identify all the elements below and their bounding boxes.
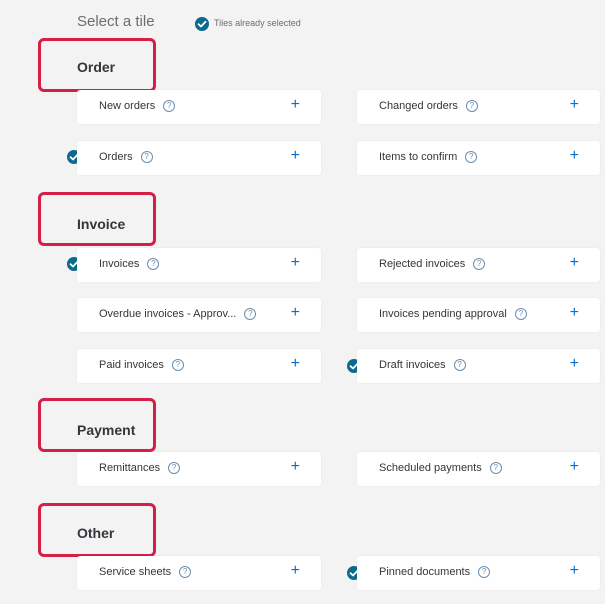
tile-remittances[interactable]: Remittances? +	[77, 452, 321, 486]
tile-paid-invoices[interactable]: Paid invoices? +	[77, 349, 321, 383]
tile-changed-orders[interactable]: Changed orders? +	[357, 90, 600, 124]
add-tile-plus-icon[interactable]: +	[291, 563, 300, 579]
add-tile-plus-icon[interactable]: +	[291, 255, 300, 271]
add-tile-plus-icon[interactable]: +	[291, 148, 300, 164]
add-tile-plus-icon[interactable]: +	[570, 459, 579, 475]
add-tile-plus-icon[interactable]: +	[291, 356, 300, 372]
tile-label: Orders	[99, 151, 133, 163]
dialog-header: Select a tile Tiles already selected	[0, 0, 605, 40]
tile-rejected-invoices[interactable]: Rejected invoices? +	[357, 248, 600, 282]
tile-new-orders[interactable]: New orders? +	[77, 90, 321, 124]
add-tile-plus-icon[interactable]: +	[291, 305, 300, 321]
tile-label: Remittances	[99, 462, 161, 474]
selected-legend-label: Tiles already selected	[214, 18, 301, 28]
group-title-invoice: Invoice	[77, 216, 126, 232]
help-icon[interactable]: ?	[140, 151, 153, 164]
help-icon[interactable]: ?	[171, 359, 184, 372]
help-icon[interactable]: ?	[179, 566, 192, 579]
help-icon[interactable]: ?	[163, 100, 176, 113]
tile-scheduled-payments[interactable]: Scheduled payments? +	[357, 452, 600, 486]
tile-label: Pinned documents	[379, 566, 471, 578]
help-icon[interactable]: ?	[489, 462, 502, 475]
add-tile-plus-icon[interactable]: +	[291, 97, 300, 113]
group-title-order: Order	[77, 59, 116, 75]
add-tile-plus-icon[interactable]: +	[570, 255, 579, 271]
add-tile-plus-icon[interactable]: +	[570, 97, 579, 113]
help-icon[interactable]: ?	[478, 566, 491, 579]
tile-pinned-documents[interactable]: Pinned documents? +	[357, 556, 600, 590]
tile-orders[interactable]: Orders? +	[77, 141, 321, 175]
tile-label: Paid invoices	[99, 359, 164, 371]
tile-label: Invoices pending approval	[379, 308, 507, 320]
add-tile-plus-icon[interactable]: +	[570, 305, 579, 321]
group-title-other: Other	[77, 525, 115, 541]
tile-draft-invoices[interactable]: Draft invoices? +	[357, 349, 600, 383]
tile-invoices[interactable]: Invoices? +	[77, 248, 321, 282]
help-icon[interactable]: ?	[465, 151, 478, 164]
page-title: Select a tile	[77, 13, 155, 30]
tile-label: Overdue invoices - Approv...	[99, 308, 237, 320]
tile-label: Changed orders	[379, 100, 458, 112]
add-tile-plus-icon[interactable]: +	[570, 148, 579, 164]
tile-label: Service sheets	[99, 566, 172, 578]
tile-label: New orders	[99, 100, 156, 112]
tile-label: Rejected invoices	[379, 258, 466, 270]
group-title-payment: Payment	[77, 422, 136, 438]
tile-service-sheets[interactable]: Service sheets? +	[77, 556, 321, 590]
help-icon[interactable]: ?	[244, 308, 257, 321]
add-tile-plus-icon[interactable]: +	[570, 356, 579, 372]
tile-label: Items to confirm	[379, 151, 458, 163]
help-icon[interactable]: ?	[514, 308, 527, 321]
add-tile-plus-icon[interactable]: +	[570, 563, 579, 579]
selected-legend-check-icon	[195, 17, 209, 31]
add-tile-plus-icon[interactable]: +	[291, 459, 300, 475]
tile-overdue-invoices[interactable]: Overdue invoices - Approv...? +	[77, 298, 321, 332]
tile-label: Invoices	[99, 258, 140, 270]
help-icon[interactable]: ?	[147, 258, 160, 271]
tile-items-to-confirm[interactable]: Items to confirm? +	[357, 141, 600, 175]
help-icon[interactable]: ?	[168, 462, 181, 475]
tile-label: Draft invoices	[379, 359, 446, 371]
help-icon[interactable]: ?	[473, 258, 486, 271]
tile-label: Scheduled payments	[379, 462, 482, 474]
help-icon[interactable]: ?	[465, 100, 478, 113]
tile-invoices-pending-approval[interactable]: Invoices pending approval? +	[357, 298, 600, 332]
help-icon[interactable]: ?	[453, 359, 466, 372]
